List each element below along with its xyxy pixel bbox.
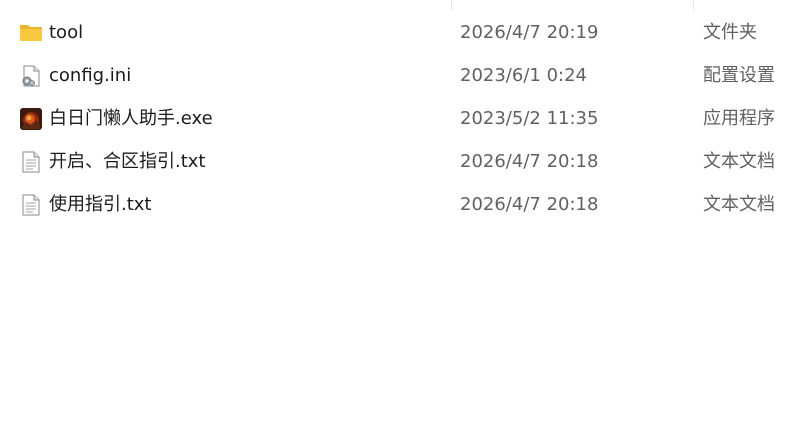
file-row-config-ini[interactable]: config.ini 2023/6/1 0:24 配置设置 (0, 55, 807, 98)
file-name[interactable]: 使用指引.txt (49, 194, 152, 216)
app-exe-icon (19, 107, 43, 131)
file-row-tool[interactable]: tool 2026/4/7 20:19 文件夹 (0, 12, 807, 55)
file-name[interactable]: 开启、合区指引.txt (49, 151, 206, 173)
file-name[interactable]: tool (49, 22, 83, 44)
text-file-icon (19, 150, 43, 174)
file-row-txt-usage-guide[interactable]: 使用指引.txt 2026/4/7 20:18 文本文档 (0, 184, 807, 227)
file-type: 配置设置 (703, 65, 775, 86)
file-modified-date: 2023/6/1 0:24 (460, 65, 587, 86)
file-modified-date: 2023/5/2 11:35 (460, 108, 599, 129)
folder-icon (19, 21, 43, 45)
file-type: 文本文档 (703, 151, 775, 172)
file-modified-date: 2026/4/7 20:19 (460, 22, 599, 43)
file-explorer-details-pane: tool 2026/4/7 20:19 文件夹 config.ini 2023/… (0, 0, 807, 429)
file-name[interactable]: config.ini (49, 65, 131, 87)
file-row-exe[interactable]: 白日门懒人助手.exe 2023/5/2 11:35 应用程序 (0, 98, 807, 141)
file-type: 文本文档 (703, 194, 775, 215)
config-file-icon (19, 64, 43, 88)
file-type: 应用程序 (703, 108, 775, 129)
column-divider-type[interactable] (693, 0, 694, 10)
file-name[interactable]: 白日门懒人助手.exe (49, 108, 213, 130)
file-type: 文件夹 (703, 22, 757, 43)
file-modified-date: 2026/4/7 20:18 (460, 151, 599, 172)
text-file-icon (19, 193, 43, 217)
file-list: tool 2026/4/7 20:19 文件夹 config.ini 2023/… (0, 12, 807, 227)
file-row-txt-open-merge[interactable]: 开启、合区指引.txt 2026/4/7 20:18 文本文档 (0, 141, 807, 184)
file-modified-date: 2026/4/7 20:18 (460, 194, 599, 215)
column-divider-date[interactable] (451, 0, 452, 10)
